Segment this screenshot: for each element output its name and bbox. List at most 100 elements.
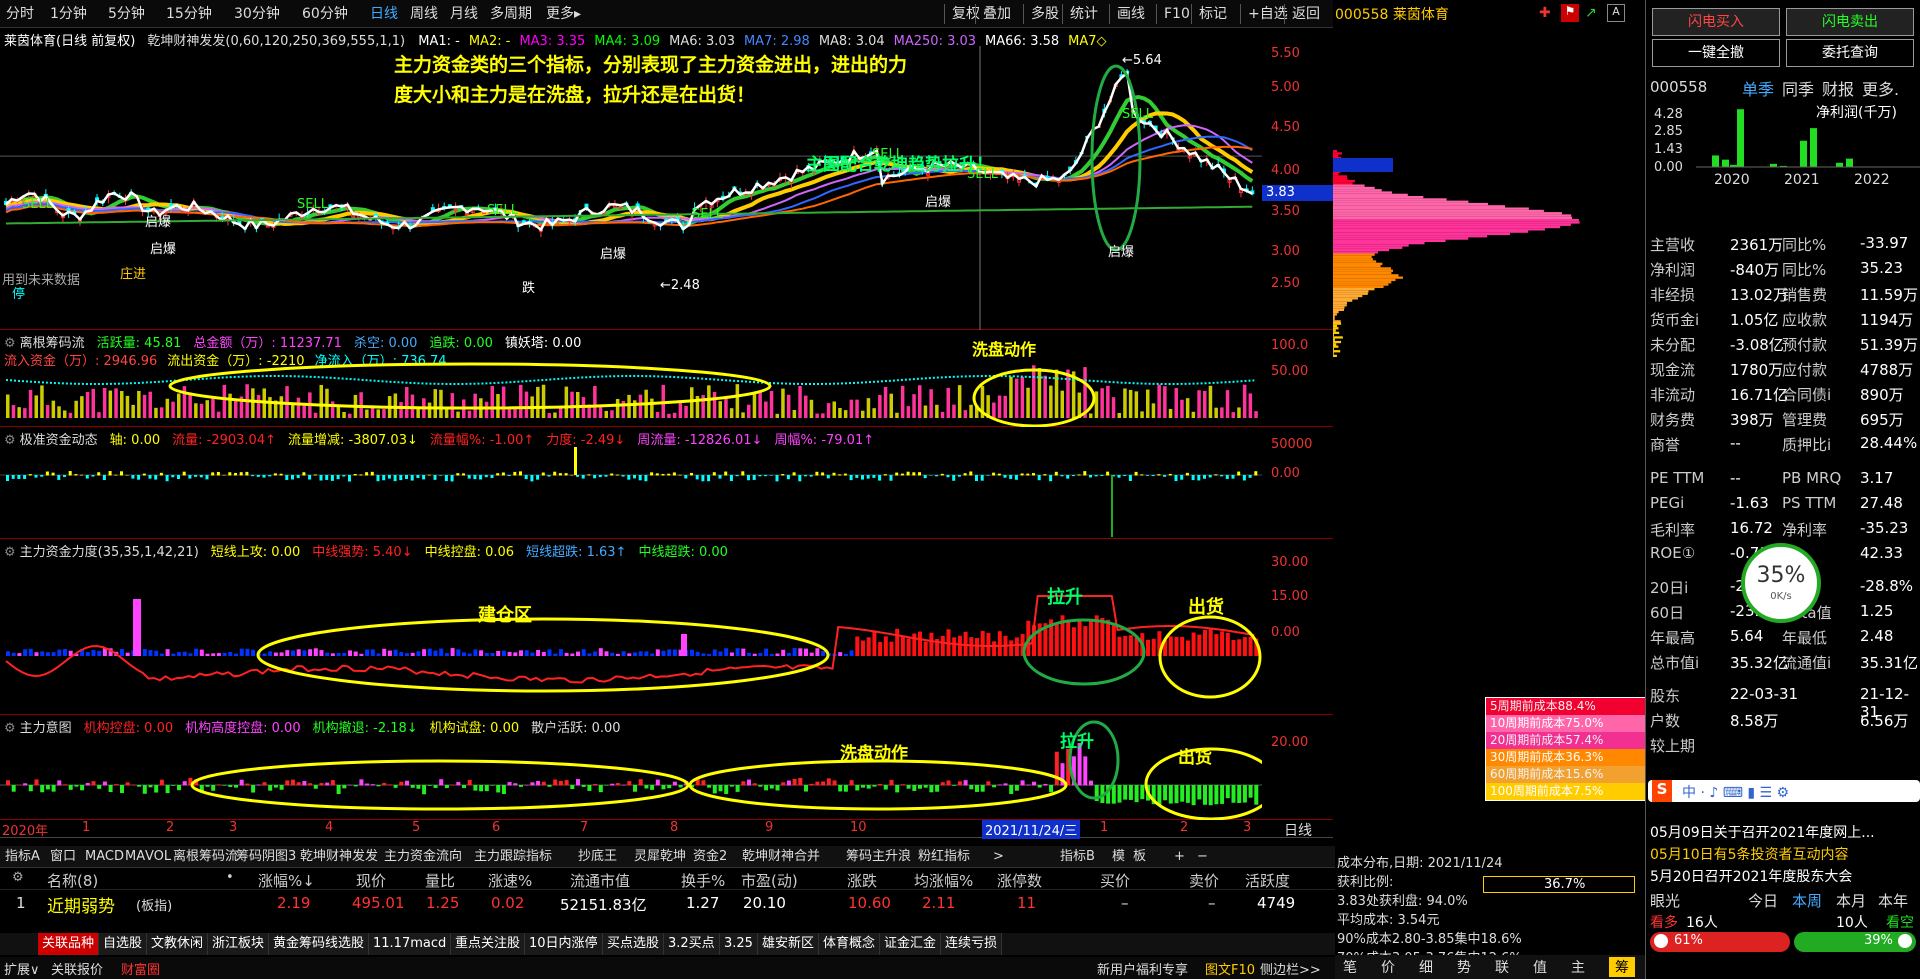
sector-tab-4[interactable]: 黄金筹码线选股 [269,933,370,955]
cost-tabs[interactable]: 笔价细势联值主筹 [1333,955,1645,979]
sector-tab-8[interactable]: 买点选股 [603,933,665,955]
indicator-tab-7[interactable]: 乾坤财神发发 [297,846,381,868]
status-left-0[interactable]: 扩展∨ [4,959,40,978]
col-header-11[interactable]: 买价 [1100,870,1130,891]
col-header-3[interactable]: 量比 [425,870,455,891]
main-kline-panel[interactable]: 莱茵体育(日线 前复权) 乾坤财神发发(0,60,120,250,369,555… [0,28,1335,330]
finance-tab-0[interactable]: 单季 [1742,80,1774,99]
finance-tab-1[interactable]: 同季 [1782,80,1814,99]
order-query-button[interactable]: 委托查询 [1786,39,1914,67]
tool-button-2[interactable]: 多股 [1025,0,1065,28]
settings-icon[interactable]: ⚙ [12,870,24,885]
main-force-chart[interactable] [0,539,1262,715]
indicator-tab-10[interactable]: 抄底王 [575,846,620,868]
indicator-tabs[interactable]: 指标A 窗口 MACD MA VOL 离根筹码流 筹码阴图3 乾坤财神发发 主力资金流向 主力跟踪… [0,846,1335,868]
row-name[interactable]: 近期弱势 [47,892,115,917]
status-right-2[interactable]: 侧边栏>> [1260,959,1321,978]
status-right-1[interactable]: 图文F10 [1205,959,1255,978]
sector-tab-6[interactable]: 重点关注股 [451,933,526,955]
tool-button-1[interactable]: 叠加 [977,0,1017,28]
sector-tab-3[interactable]: 浙江板块 [208,933,270,955]
flash-buy-button[interactable]: 闪电买入 [1652,8,1780,36]
indicator-tab-19[interactable]: 板 [1130,846,1149,868]
alarm-icon[interactable]: ✚ [1539,5,1551,21]
news-item[interactable]: 5月20日召开2021年度股东大会 [1650,866,1918,888]
col-header-8[interactable]: 涨跌 [847,870,877,891]
sector-tabs[interactable]: 关联品种 自选股 文教休闲 浙江板块 黄金筹码线选股 11.17macd 重点关注股 10日内… [0,933,1335,955]
col-header-12[interactable]: 卖价 [1189,870,1219,891]
indicator-tab-0[interactable]: 指标A [2,846,43,868]
col-header-7[interactable]: 市盈(动) [741,870,798,891]
sentiment-label[interactable]: 本周 [1792,890,1822,911]
sector-tab-10[interactable]: 3.25 [720,933,758,955]
bottom-area[interactable]: 指标A 窗口 MACD MA VOL 离根筹码流 筹码阴图3 乾坤财神发发 主力资金流向 主力跟踪… [0,846,1335,979]
status-left-1[interactable]: 关联报价 [51,959,103,978]
tool-button-8[interactable]: 返回 [1286,0,1326,28]
cost-tab-6[interactable]: 主 [1571,957,1585,977]
finance-tab-2[interactable]: 财报 [1822,80,1854,99]
sector-tab-7[interactable]: 10日内涨停 [525,933,603,955]
sector-tab-5[interactable]: 11.17macd [369,933,452,955]
cost-tab-3[interactable]: 势 [1457,957,1471,977]
col-header-10[interactable]: 涨停数 [997,870,1042,891]
sentiment-label[interactable]: 今日 [1748,890,1778,911]
news-list[interactable]: 05月09日关于召开2021年度网上... 05月10日有5条投资者互动内容 5月2… [1650,822,1918,888]
sector-tab-11[interactable]: 雄安新区 [758,933,820,955]
cost-distribution-panel[interactable]: 000558 莱茵体育 ✚ ⚑ ↗ A 5周期前成本88.4% 10周期前成本75… [1333,0,1653,979]
period-tab-2[interactable]: 5分钟 [102,0,151,28]
period-tab-4[interactable]: 30分钟 [228,0,286,28]
period-tab-10[interactable]: 更多▸ [540,0,587,28]
tool-button-6[interactable]: 标记 [1193,0,1233,28]
period-tab-0[interactable]: 分时 [0,0,40,28]
indicator-tab-9[interactable]: 主力跟踪指标 [471,846,555,868]
arrow-icon[interactable]: ↗ [1585,5,1597,21]
main-force-panel[interactable]: ⚙ 主力资金力度(35,35,1,42,21) 短线上攻: 0.00 中线强势: 5.… [0,539,1335,715]
main-intent-panel[interactable]: ⚙ 主力意图 机构控盘: 0.00 机构高度控盘: 0.00 机构撤退: -2.18↓ 机… [0,715,1335,820]
period-tab-6[interactable]: 日线 [364,0,404,28]
flash-sell-button[interactable]: 闪电卖出 [1786,8,1914,36]
tool-button-4[interactable]: 画线 [1111,0,1151,28]
col-header-1[interactable]: 涨幅%↓ [258,870,315,891]
flag-icon[interactable]: ⚑ [1561,4,1579,22]
cost-tab-4[interactable]: 联 [1495,957,1509,977]
text-icon[interactable]: A [1607,4,1625,22]
indicator-tab-5[interactable]: 离根筹码流 [170,846,241,868]
period-tab-1[interactable]: 1分钟 [44,0,93,28]
indicator-tab-6[interactable]: 筹码阴图3 [233,846,299,868]
period-tab-8[interactable]: 月线 [444,0,484,28]
sector-tab-2[interactable]: 文教休闲 [147,933,209,955]
cost-panel-icons[interactable]: ✚ ⚑ ↗ A [1531,2,1641,24]
finance-tab-3[interactable]: 更多. [1862,80,1899,99]
finance-tabs[interactable]: 单季 同季 财报 更多. [1742,76,1907,100]
cost-tab-0[interactable]: 笔 [1343,957,1357,977]
period-tab-3[interactable]: 15分钟 [160,0,218,28]
indicator-tab-16[interactable]: > [990,846,1007,868]
sector-tab-14[interactable]: 连续亏损 [941,933,1003,955]
tool-button-3[interactable]: 统计 [1064,0,1104,28]
chip-flow-panel[interactable]: ⚙ 离根筹码流 活跃量: 45.81 总金额（万）: 11237.71 杀空: 0.00… [0,330,1335,427]
chart-area[interactable]: 莱茵体育(日线 前复权) 乾坤财神发发(0,60,120,250,369,555… [0,28,1335,846]
status-left-2[interactable]: 财富圈 [121,959,160,978]
col-header-4[interactable]: 涨速% [488,870,532,891]
cancel-all-button[interactable]: 一键全撤 [1652,39,1780,67]
indicator-tab-12[interactable]: 资金2 [690,846,730,868]
period-tab-7[interactable]: 周线 [404,0,444,28]
status-right-0[interactable]: 新用户福利专享 [1097,959,1188,978]
indicator-tab-8[interactable]: 主力资金流向 [381,846,465,868]
indicator-tab-15[interactable]: 粉红指标 [915,846,973,868]
table-row[interactable]: 1 近期弱势 (板指) 2.19 495.01 1.25 0.02 52151.83亿 1.27… [0,890,1335,917]
indicator-tab-13[interactable]: 乾坤财神合并 [739,846,823,868]
indicator-tab-1[interactable]: 窗口 [47,846,79,868]
cost-tab-1[interactable]: 价 [1381,957,1395,977]
right-panel[interactable]: 闪电买入 闪电卖出 一键全撤 委托查询 000558 单季 同季 财报 更多. 净利润… [1645,0,1920,979]
sector-tab-0[interactable]: 关联品种 [38,933,100,955]
period-tab-9[interactable]: 多周期 [484,0,538,28]
sector-tab-1[interactable]: 自选股 [99,933,148,955]
cost-tab-5[interactable]: 值 [1533,957,1547,977]
indicator-tab-14[interactable]: 筹码主升浪 [843,846,914,868]
sentiment-label[interactable]: 本年 [1878,890,1908,911]
period-tab-5[interactable]: 60分钟 [296,0,354,28]
col-header-9[interactable]: 均涨幅% [914,870,973,891]
news-item[interactable]: 05月10日有5条投资者互动内容 [1650,844,1918,866]
chip-flow-chart[interactable] [0,330,1262,427]
